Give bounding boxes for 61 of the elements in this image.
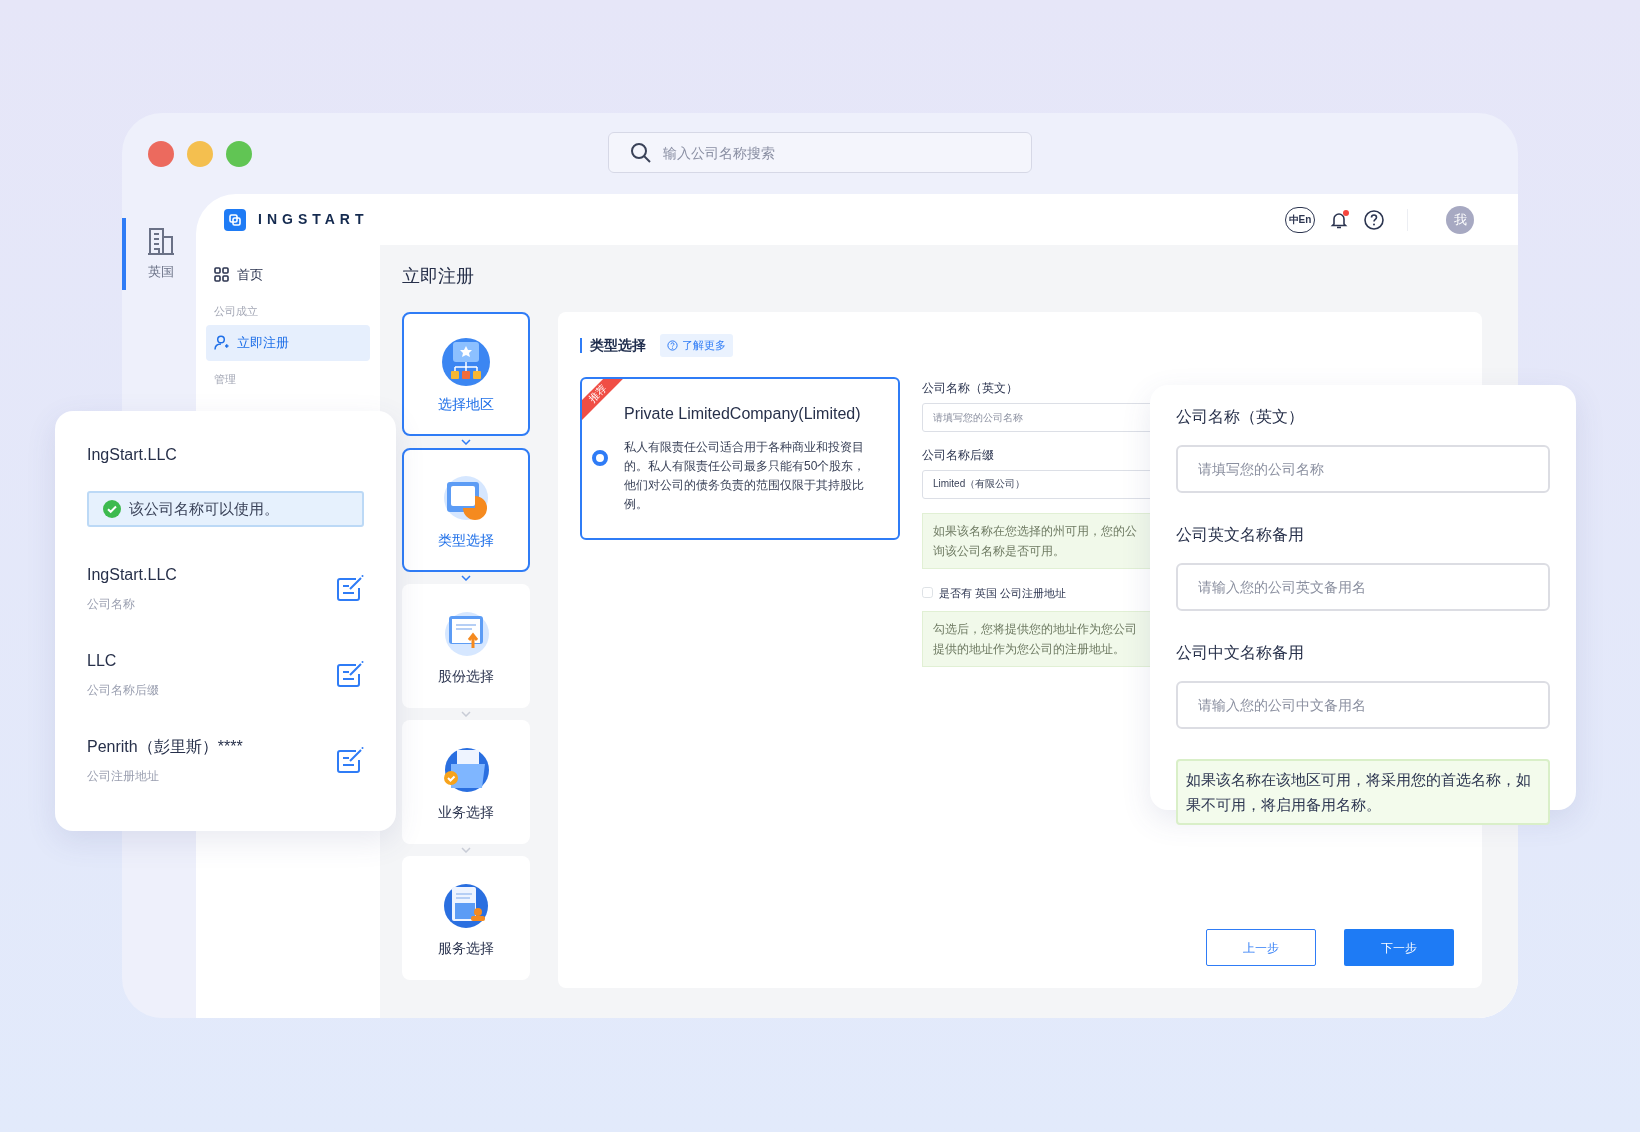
entry-label: 公司名称: [87, 596, 136, 613]
section-title: 类型选择: [580, 337, 646, 353]
edit-icon[interactable]: [336, 574, 364, 602]
entry-label: 公司注册地址: [87, 768, 160, 785]
check-circle-icon: [103, 500, 121, 518]
sidebar-item[interactable]: 首页: [206, 257, 370, 293]
sidebar-group-label: 公司成立: [213, 303, 259, 319]
search-field[interactable]: 输入公司名称搜索: [608, 132, 1032, 173]
company-type-description: 私人有限责任公司适合用于各种商业和投资目的。私人有限责任公司最多只能有50个股东，他们对公司的债务负责的范围仅限于其持股比例。: [624, 439, 867, 513]
notification-button[interactable]: [1329, 209, 1349, 230]
sidebar-item[interactable]: 立即注册: [206, 325, 370, 361]
user-icon: [214, 335, 229, 351]
next-button[interactable]: 下一步: [1344, 929, 1454, 966]
chevron-down-icon: [461, 711, 471, 717]
company-type-card[interactable]: 推荐 Private LimitedCompany(Limited) 私人有限责任公司适合用于各种商业和投资目的。私人有限责任公司最多只能有50个股东，他们对公司的债务负责的范围仅限于其持股比例。: [580, 376, 900, 540]
checkbox-label: 是否有 英国 公司注册地址: [939, 585, 1067, 601]
help-icon: [667, 339, 678, 351]
building-icon: [147, 226, 175, 256]
note-line: 提供的地址作为您公司的注册地址。: [933, 641, 1126, 658]
chevron-down-icon: [461, 847, 471, 853]
company-name: IngStart.LLC: [87, 445, 178, 465]
step-card[interactable]: 选择地区: [402, 312, 530, 436]
step-card[interactable]: 服务选择: [402, 856, 530, 980]
checkbox[interactable]: [922, 587, 933, 599]
edit-icon[interactable]: [336, 746, 364, 774]
note-line: 如果该名称在您选择的州可用，您的公: [933, 522, 1138, 540]
edit-icon[interactable]: [336, 660, 364, 688]
step-card[interactable]: 类型选择: [402, 448, 530, 572]
input-field[interactable]: 请填写您的公司名称: [922, 402, 1152, 432]
input-field[interactable]: Limited（有限公司）: [922, 469, 1152, 499]
step-card[interactable]: 股份选择: [402, 584, 530, 708]
help-button[interactable]: [1363, 208, 1385, 231]
radio-button[interactable]: [592, 450, 608, 466]
field-label: 公司英文名称备用: [1176, 525, 1305, 545]
step-card[interactable]: 业务选择: [402, 720, 530, 844]
previous-button[interactable]: 上一步: [1206, 929, 1316, 966]
input-field[interactable]: 请输入您的公司中文备用名: [1176, 681, 1550, 729]
note-line: 询该公司名称是否可用。: [933, 542, 1066, 560]
availability-text: 该公司名称可以使用。: [129, 498, 279, 519]
entry-value: LLC: [87, 651, 118, 671]
input-field[interactable]: 请填写您的公司名称: [1176, 445, 1550, 493]
sidebar-group-label: 管理: [213, 371, 237, 387]
entry-value: IngStart.LLC: [87, 565, 177, 585]
logo-text: INGSTART: [258, 210, 369, 229]
alternate-name-note: 如果该名称在该地区可用，将采用您的首选名称，如果不可用，将启用备用名称。: [1176, 759, 1550, 825]
entry-label: 公司名称后缀: [87, 682, 159, 699]
company-type-title: Private LimitedCompany(Limited): [624, 404, 862, 424]
close-window-button[interactable]: [148, 140, 174, 167]
field-label: 公司名称（英文）: [1176, 407, 1305, 427]
chevron-down-icon: [461, 439, 471, 445]
field-label: 公司名称后缀: [922, 446, 995, 464]
note-line: 勾选后，您将提供您的地址作为您公司: [933, 621, 1138, 638]
field-label: 公司名称（英文）: [922, 379, 1019, 397]
input-field[interactable]: 请输入您的公司英文备用名: [1176, 563, 1550, 611]
logo-icon: [224, 208, 246, 231]
field-label: 公司中文名称备用: [1176, 643, 1305, 663]
entry-value: Penrith（彭里斯）****: [87, 737, 243, 757]
page-title: 立即注册: [402, 265, 475, 288]
chevron-down-icon: [461, 575, 471, 581]
grid-icon: [214, 267, 229, 283]
learn-more-link[interactable]: 了解更多: [660, 334, 733, 357]
